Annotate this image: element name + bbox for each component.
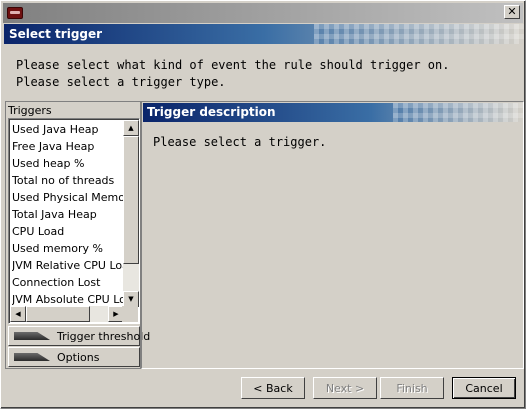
scroll-up-button[interactable]: ▲ <box>123 120 139 136</box>
trigger-list-item[interactable]: Free Java Heap <box>12 138 124 155</box>
vertical-scroll-thumb[interactable] <box>123 136 139 264</box>
horizontal-scroll-thumb[interactable] <box>26 306 90 322</box>
app-icon <box>7 7 23 19</box>
trigger-list-item[interactable]: JVM Absolute CPU Load <box>12 291 124 307</box>
options-label: Options <box>57 351 100 364</box>
instruction-line-1: Please select what kind of event the rul… <box>16 58 450 72</box>
trigger-description-header: Trigger description <box>143 103 523 122</box>
trigger-list-item[interactable]: Used Physical Memory <box>12 189 124 206</box>
header-decoration <box>393 103 523 122</box>
options-section[interactable]: Options <box>8 347 140 367</box>
triggers-list-items: Used Java Heap Free Java Heap Used heap % T… <box>12 121 124 307</box>
arrow-down-icon: ▼ <box>128 295 134 303</box>
trigger-description-text: Please select a trigger. <box>153 135 327 149</box>
trigger-threshold-section[interactable]: Trigger threshold <box>8 326 150 346</box>
cancel-button[interactable]: Cancel <box>452 377 516 399</box>
horizontal-scrollbar[interactable]: ◀ ▶ <box>10 306 124 322</box>
banner-decoration <box>314 24 524 44</box>
trigger-list-item[interactable]: Total Java Heap <box>12 206 124 223</box>
dialog-window: ✕ Select trigger Please select what kind… <box>0 0 526 409</box>
triggers-panel: Triggers Used Java Heap Free Java Heap Use… <box>5 101 150 369</box>
trigger-list-item[interactable]: Connection Lost <box>12 274 124 291</box>
trigger-list-item[interactable]: JVM Relative CPU Load <box>12 257 124 274</box>
trigger-list-item[interactable]: Used heap % <box>12 155 124 172</box>
triggers-label: Triggers <box>8 104 52 117</box>
trigger-list-item[interactable]: Used Java Heap <box>12 121 124 138</box>
wizard-banner: Select trigger <box>4 24 524 44</box>
trigger-threshold-label: Trigger threshold <box>57 330 151 343</box>
triggers-list[interactable]: Used Java Heap Free Java Heap Used heap % T… <box>8 118 140 324</box>
trigger-list-item[interactable]: Total no of threads <box>12 172 124 189</box>
trigger-description-panel: Trigger description Please select a trig… <box>141 101 524 369</box>
back-button[interactable]: < Back <box>241 377 305 399</box>
arrow-right-icon: ▶ <box>113 310 119 318</box>
section-tab-icon <box>14 353 50 361</box>
trigger-list-item[interactable]: Used memory % <box>12 240 124 257</box>
banner-title: Select trigger <box>9 27 103 41</box>
instructions: Please select what kind of event the rul… <box>16 57 449 91</box>
section-tab-icon <box>14 332 50 340</box>
scroll-left-button[interactable]: ◀ <box>10 306 26 322</box>
instruction-line-2: Please select a trigger type. <box>16 75 226 89</box>
trigger-description-title: Trigger description <box>147 105 276 119</box>
scroll-down-button[interactable]: ▼ <box>123 291 139 307</box>
arrow-up-icon: ▲ <box>128 124 134 132</box>
close-button[interactable]: ✕ <box>504 5 520 19</box>
trigger-list-item[interactable]: CPU Load <box>12 223 124 240</box>
close-icon: ✕ <box>507 5 517 18</box>
scroll-corner <box>122 306 138 322</box>
finish-button[interactable]: Finish <box>380 377 444 399</box>
vertical-scrollbar[interactable]: ▲ ▼ <box>123 120 139 307</box>
title-bar[interactable]: ✕ <box>3 3 523 23</box>
arrow-left-icon: ◀ <box>15 310 21 318</box>
next-button[interactable]: Next > <box>313 377 377 399</box>
